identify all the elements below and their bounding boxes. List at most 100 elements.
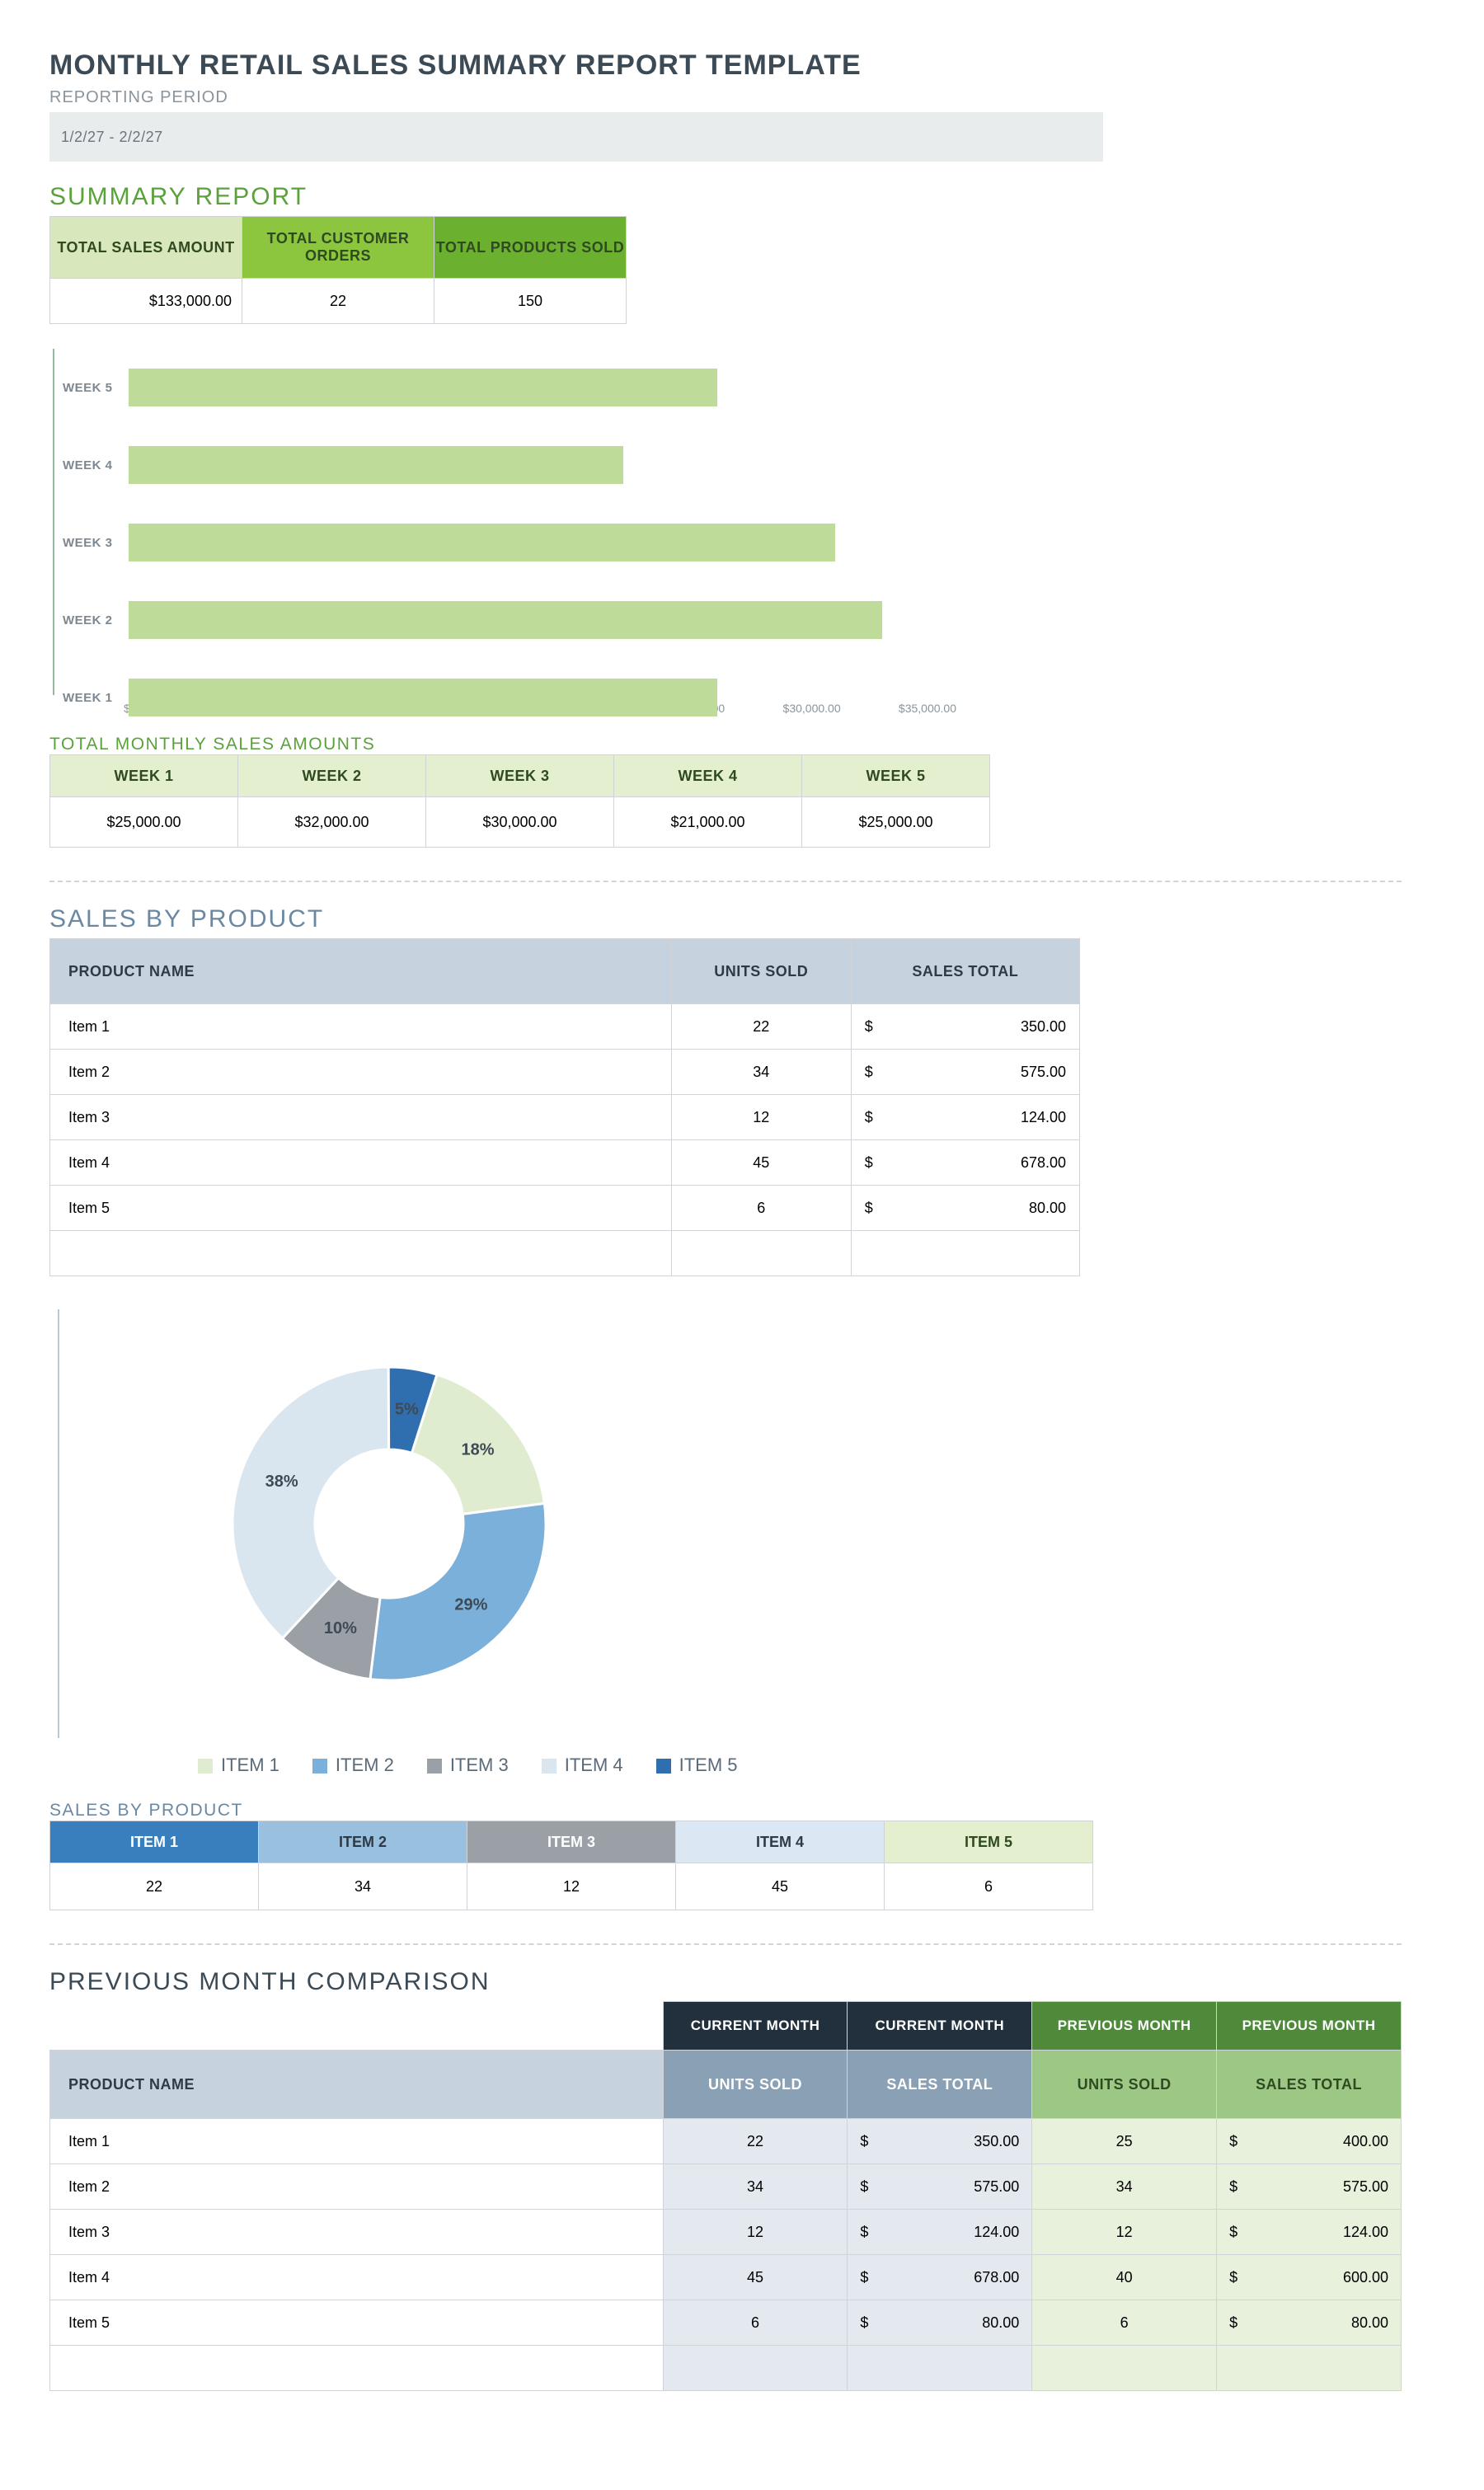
weekly-totals-heading: TOTAL MONTHLY SALES AMOUNTS [49, 735, 1451, 754]
donut-label: 18% [461, 1440, 494, 1459]
legend-item: ITEM 5 [656, 1755, 738, 1776]
cell-prev-units: 34 [1032, 2164, 1217, 2210]
section-divider [49, 1943, 1402, 1945]
week-value: $25,000.00 [50, 797, 238, 848]
section-divider [49, 881, 1402, 882]
counts-header: ITEM 2 [259, 1821, 467, 1863]
cell-cur-total: $350.00 [848, 2119, 1032, 2164]
cell-cur-total: $678.00 [848, 2255, 1032, 2300]
table-row: Item 56$80.006$80.00 [50, 2300, 1402, 2346]
bar [129, 446, 623, 484]
summary-hdr-customer-orders: TOTAL CUSTOMER ORDERS [242, 217, 434, 279]
bar-label: WEEK 5 [63, 381, 113, 395]
bar-label: WEEK 3 [63, 536, 113, 550]
bar-label: WEEK 1 [63, 691, 113, 705]
cell-units: 22 [671, 1004, 851, 1050]
cell-product-name: Item 1 [50, 1004, 672, 1050]
section-compare-heading: PREVIOUS MONTH COMPARISON [49, 1968, 1451, 1996]
cell-prev-total: $400.00 [1217, 2119, 1402, 2164]
week-value: $32,000.00 [238, 797, 426, 848]
counts-value: 22 [50, 1863, 259, 1910]
section-summary-heading: SUMMARY REPORT [49, 183, 1451, 211]
table-row [50, 2346, 1402, 2391]
cell-product-name: Item 4 [50, 2255, 664, 2300]
counts-value: 12 [467, 1863, 676, 1910]
cmp-grp-cur-2: CURRENT MONTH [848, 2002, 1032, 2051]
cell-product-name: Item 5 [50, 2300, 664, 2346]
table-row: Item 312$124.00 [50, 1095, 1080, 1140]
product-counts-table: ITEM 1ITEM 2ITEM 3ITEM 4ITEM 5 223412456 [49, 1821, 1093, 1910]
cell-total: $80.00 [851, 1186, 1079, 1231]
cell-product-name: Item 3 [50, 2210, 664, 2255]
product-counts-heading: SALES BY PRODUCT [49, 1801, 1451, 1821]
cell-units: 34 [671, 1050, 851, 1095]
cmp-grp-prev-2: PREVIOUS MONTH [1217, 2002, 1402, 2051]
cell-total: $124.00 [851, 1095, 1079, 1140]
prod-hdr-total: SALES TOTAL [851, 939, 1079, 1004]
bar [129, 369, 717, 406]
summary-table: TOTAL SALES AMOUNT TOTAL CUSTOMER ORDERS… [49, 216, 627, 324]
week-header: WEEK 5 [802, 755, 990, 797]
reporting-period-value: 1/2/27 - 2/2/27 [49, 112, 1103, 162]
cell-product-name: Item 2 [50, 1050, 672, 1095]
week-value: $30,000.00 [426, 797, 614, 848]
weekly-sales-bar-chart: WEEK 5WEEK 4WEEK 3WEEK 2WEEK 1 [53, 349, 961, 695]
counts-header: ITEM 4 [676, 1821, 885, 1863]
table-row: Item 445$678.0040$600.00 [50, 2255, 1402, 2300]
cell-prev-total: $575.00 [1217, 2164, 1402, 2210]
bar [129, 679, 717, 716]
sales-by-product-donut-chart: 18%29%10%38%5% [58, 1309, 719, 1738]
cell-product-name: Item 2 [50, 2164, 664, 2210]
cell-total: $575.00 [851, 1050, 1079, 1095]
week-value: $25,000.00 [802, 797, 990, 848]
cell-cur-units: 45 [663, 2255, 848, 2300]
cell-units: 45 [671, 1140, 851, 1186]
donut-label: 5% [395, 1401, 419, 1419]
table-row: Item 234$575.0034$575.00 [50, 2164, 1402, 2210]
cell-cur-total: $124.00 [848, 2210, 1032, 2255]
table-row: Item 122$350.00 [50, 1004, 1080, 1050]
week-value: $21,000.00 [614, 797, 802, 848]
cell-total: $350.00 [851, 1004, 1079, 1050]
cell-cur-total: $80.00 [848, 2300, 1032, 2346]
cell-prev-units: 40 [1032, 2255, 1217, 2300]
cell-prev-units: 6 [1032, 2300, 1217, 2346]
week-header: WEEK 3 [426, 755, 614, 797]
cell-total: $678.00 [851, 1140, 1079, 1186]
week-header: WEEK 2 [238, 755, 426, 797]
summary-val-products-sold: 150 [434, 279, 627, 324]
table-row [50, 1231, 1080, 1276]
counts-value: 34 [259, 1863, 467, 1910]
table-row: Item 445$678.00 [50, 1140, 1080, 1186]
cell-cur-units: 34 [663, 2164, 848, 2210]
prod-hdr-name: PRODUCT NAME [50, 939, 672, 1004]
bar [129, 601, 882, 639]
legend-item: ITEM 3 [427, 1755, 509, 1776]
legend-item: ITEM 1 [198, 1755, 279, 1776]
week-header: WEEK 4 [614, 755, 802, 797]
table-row: Item 56$80.00 [50, 1186, 1080, 1231]
cmp-grp-prev-1: PREVIOUS MONTH [1032, 2002, 1217, 2051]
weekly-totals-table: WEEK 1WEEK 2WEEK 3WEEK 4WEEK 5 $25,000.0… [49, 754, 990, 848]
cmp-hdr-prev-total: SALES TOTAL [1217, 2051, 1402, 2119]
donut-label: 29% [454, 1596, 487, 1614]
donut-label: 10% [324, 1619, 357, 1637]
table-row: Item 312$124.0012$124.00 [50, 2210, 1402, 2255]
counts-value: 6 [885, 1863, 1093, 1910]
cell-prev-total: $600.00 [1217, 2255, 1402, 2300]
cell-units: 6 [671, 1186, 851, 1231]
donut-slice [370, 1503, 546, 1680]
cmp-hdr-name: PRODUCT NAME [50, 2051, 664, 2119]
week-header: WEEK 1 [50, 755, 238, 797]
cell-product-name: Item 3 [50, 1095, 672, 1140]
cell-product-name: Item 5 [50, 1186, 672, 1231]
prod-hdr-units: UNITS SOLD [671, 939, 851, 1004]
summary-hdr-total-sales: TOTAL SALES AMOUNT [50, 217, 242, 279]
comparison-table: CURRENT MONTH CURRENT MONTH PREVIOUS MON… [49, 2001, 1402, 2391]
cell-units: 12 [671, 1095, 851, 1140]
cell-product-name: Item 1 [50, 2119, 664, 2164]
cmp-hdr-cur-units: UNITS SOLD [663, 2051, 848, 2119]
bar-label: WEEK 2 [63, 613, 113, 627]
page-title: MONTHLY RETAIL SALES SUMMARY REPORT TEMP… [49, 49, 1451, 82]
cell-cur-units: 6 [663, 2300, 848, 2346]
